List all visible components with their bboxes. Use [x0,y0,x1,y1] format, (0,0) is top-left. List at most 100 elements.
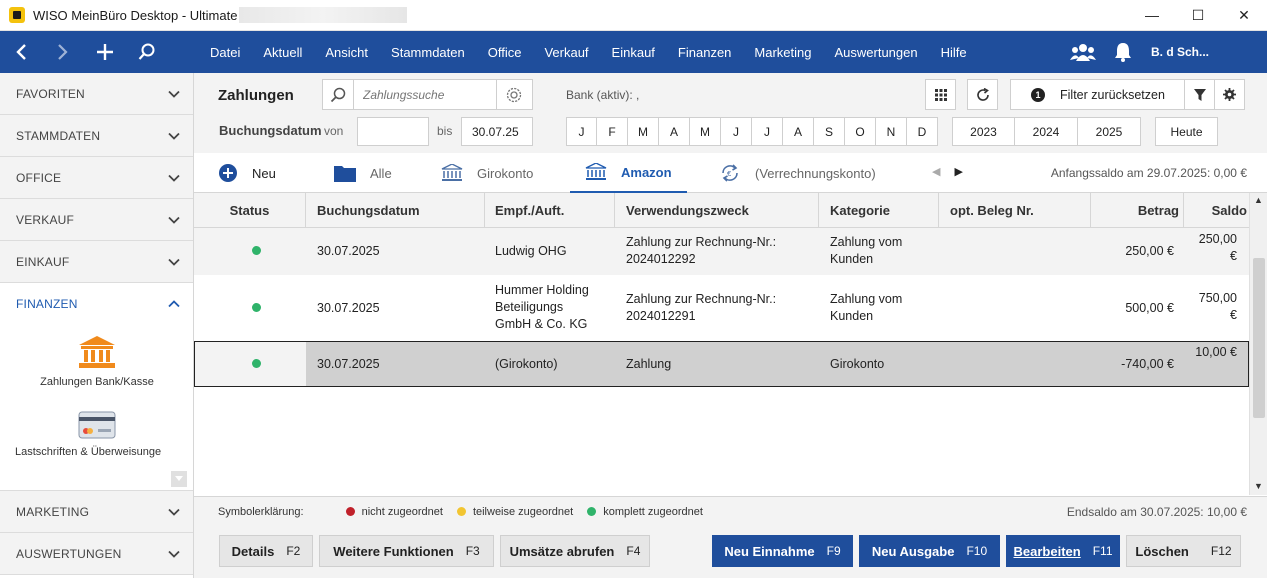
sidebar-item-favoriten[interactable]: FAVORITEN [0,73,193,115]
scroll-down-arrow[interactable] [171,471,187,487]
more-functions-button[interactable]: Weitere Funktionen F3 [319,535,494,567]
table-row-selected[interactable]: 30.07.2025 (Girokonto) Zahlung Girokonto… [194,341,1249,387]
col-payee[interactable]: Empf./Auft. [485,193,615,228]
sidebar-item-label: OFFICE [16,170,62,185]
forward-icon[interactable] [42,31,84,73]
sidebar-item-einkauf[interactable]: EINKAUF [0,241,193,283]
menu-verkauf[interactable]: Verkauf [544,45,588,60]
tile-label: Lastschriften & Überweisunge [15,446,162,458]
col-purpose[interactable]: Verwendungszweck [615,193,819,228]
chevron-up-icon [168,300,180,308]
month-aug[interactable]: A [783,117,814,146]
sidebar-item-finanzen[interactable]: FINANZEN [0,283,193,325]
menu-ansicht[interactable]: Ansicht [325,45,368,60]
month-feb[interactable]: F [597,117,628,146]
year-2024[interactable]: 2024 [1015,117,1078,146]
sidebar-item-auswertungen[interactable]: AUSWERTUNGEN [0,533,193,575]
search-input[interactable] [354,81,496,108]
col-status[interactable]: Status [194,193,306,228]
bank-icon [441,164,463,182]
cell-category: Zahlung vom Kunden [830,234,902,268]
shortcut-key: F3 [465,544,480,558]
close-button[interactable]: ✕ [1221,0,1267,31]
col-receipt-no[interactable]: opt. Beleg Nr. [939,193,1091,228]
tab-girokonto[interactable]: Girokonto [441,153,533,193]
sidebar-item-marketing[interactable]: MARKETING [0,491,193,533]
col-amount[interactable]: Betrag [1091,193,1184,228]
new-account-button[interactable]: Neu [218,153,276,193]
tile-zahlungen-bank-kasse[interactable]: Zahlungen Bank/Kasse [0,335,194,388]
month-apr[interactable]: A [659,117,690,146]
new-income-button[interactable]: Neu Einnahme F9 [712,535,853,567]
month-oct[interactable]: O [845,117,876,146]
cell-line: Zahlung vom [830,235,903,249]
details-button[interactable]: Details F2 [219,535,313,567]
notification-bell-icon[interactable] [1103,31,1143,73]
filter-button[interactable] [1184,79,1215,110]
year-2025[interactable]: 2025 [1078,117,1141,146]
tile-lastschriften[interactable]: Lastschriften & Überweisunge [0,411,194,458]
legend-text: komplett zugeordnet [603,505,703,518]
scroll-up-icon[interactable]: ▲ [1254,195,1263,205]
menu-auswertungen[interactable]: Auswertungen [834,45,917,60]
cell-purpose: Zahlung zur Rechnung-Nr.: 2024012292 [626,234,776,268]
tab-alle[interactable]: Alle [334,153,392,193]
table-scrollbar[interactable]: ▲ ▼ [1249,193,1267,495]
table-row[interactable]: 30.07.2025 Ludwig OHG Zahlung zur Rechnu… [194,228,1249,275]
col-category[interactable]: Kategorie [819,193,939,228]
new-expense-button[interactable]: Neu Ausgabe F10 [859,535,1000,567]
team-icon[interactable] [1063,31,1103,73]
month-mar[interactable]: M [628,117,659,146]
table-row[interactable]: 30.07.2025 Hummer Holding Beteiligungs G… [194,275,1249,341]
tab-scroll-right-icon[interactable]: ▶ [954,165,962,178]
delete-button[interactable]: Löschen F12 [1126,535,1241,567]
sidebar-item-verkauf[interactable]: VERKAUF [0,199,193,241]
menu-einkauf[interactable]: Einkauf [612,45,655,60]
search-icon[interactable] [126,31,168,73]
menu-office[interactable]: Office [488,45,522,60]
back-icon[interactable] [0,31,42,73]
maximize-button[interactable]: ☐ [1175,0,1221,31]
menu-finanzen[interactable]: Finanzen [678,45,731,60]
date-from-input[interactable] [357,117,429,146]
month-dec[interactable]: D [907,117,938,146]
minimize-button[interactable]: — [1129,0,1175,31]
menu-aktuell[interactable]: Aktuell [263,45,302,60]
month-may[interactable]: M [690,117,721,146]
month-sep[interactable]: S [814,117,845,146]
fetch-transactions-button[interactable]: Umsätze abrufen F4 [500,535,650,567]
month-jul[interactable]: J [752,117,783,146]
refresh-button[interactable] [967,79,998,110]
tab-scroll-left-icon[interactable]: ◀ [932,165,940,178]
grid-icon [934,88,947,101]
today-button[interactable]: Heute [1155,117,1218,146]
month-jan[interactable]: J [566,117,597,146]
tab-amazon[interactable]: Amazon [570,153,687,193]
menu-hilfe[interactable]: Hilfe [941,45,967,60]
sidebar-item-label: EINKAUF [16,254,70,269]
search-icon[interactable] [323,80,354,109]
year-2023[interactable]: 2023 [952,117,1015,146]
settings-button[interactable] [1214,79,1245,110]
user-name[interactable]: B. d Sch... [1151,45,1209,59]
menu-marketing[interactable]: Marketing [754,45,811,60]
scrollbar-thumb[interactable] [1253,258,1265,418]
sidebar-item-stammdaten[interactable]: STAMMDATEN [0,115,193,157]
menu-stammdaten[interactable]: Stammdaten [391,45,465,60]
plus-icon[interactable] [84,31,126,73]
gear-icon[interactable] [496,80,531,109]
month-nov[interactable]: N [876,117,907,146]
filter-reset-button[interactable]: 1 Filter zurücksetzen [1010,79,1185,110]
scroll-down-icon[interactable]: ▼ [1254,481,1263,491]
date-to-input[interactable]: 30.07.25 [461,117,533,146]
bank-status: Bank (aktiv): , [566,88,640,102]
col-booking-date[interactable]: Buchungsdatum [306,193,485,228]
tab-verrechnungskonto[interactable]: € (Verrechnungskonto) [719,153,876,193]
sidebar-item-office[interactable]: OFFICE [0,157,193,199]
grid-view-button[interactable] [925,79,956,110]
year-selector: 2023 2024 2025 [952,117,1141,146]
menu-datei[interactable]: Datei [210,45,240,60]
edit-button[interactable]: Bearbeiten F11 [1006,535,1120,567]
month-jun[interactable]: J [721,117,752,146]
col-balance[interactable]: Saldo [1184,193,1249,228]
